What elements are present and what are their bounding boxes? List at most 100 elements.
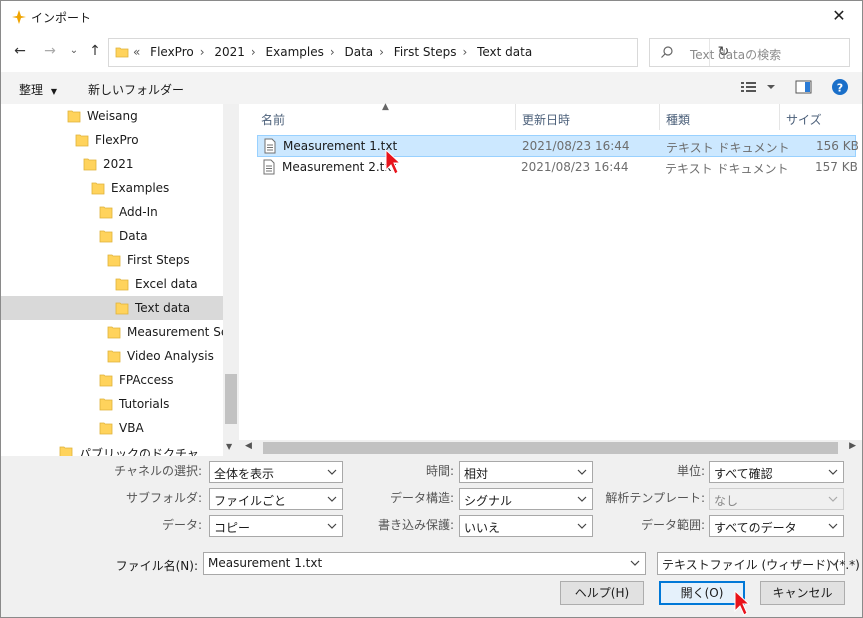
scroll-right-arrow-icon[interactable]: ▶ <box>849 441 856 451</box>
tree-item-2021[interactable]: 2021 <box>1 152 223 176</box>
column-type[interactable]: 種類 <box>666 111 690 128</box>
tree-item-add-in[interactable]: Add-In <box>1 200 223 224</box>
cancel-button[interactable]: キャンセル <box>760 581 845 605</box>
subfolder-label: サブフォルダ: <box>125 491 202 505</box>
file-name: Measurement 2.txt <box>282 160 397 174</box>
dropdown-value: すべてのデータ <box>714 521 797 535</box>
up-arrow-icon[interactable]: ↑ <box>84 40 106 62</box>
file-list-pane: ▲ 名前 更新日時 種類 サイズ Measurement 1.txt 2021/… <box>239 102 862 456</box>
new-folder-button[interactable]: 新しいフォルダー <box>88 81 184 98</box>
tree-item-vba[interactable]: VBA <box>1 416 223 440</box>
time-dropdown[interactable]: 相対 <box>459 461 593 483</box>
scrollbar-thumb[interactable] <box>225 374 237 424</box>
file-row[interactable]: Measurement 1.txt 2021/08/23 16:44 テキスト … <box>257 135 859 157</box>
search-box[interactable]: Text dataの検索 <box>649 38 850 67</box>
tree-item-flexpro[interactable]: FlexPro <box>1 128 223 152</box>
folder-icon <box>91 181 105 198</box>
tree-item-tutorials[interactable]: Tutorials <box>1 392 223 416</box>
dropdown-value: いいえ <box>464 521 501 535</box>
channel-select-label: チャネルの選択: <box>114 464 202 478</box>
folder-icon <box>99 205 113 222</box>
dropdown-value: ファイルごと <box>214 494 287 508</box>
flexpro-app-icon <box>11 9 27 28</box>
breadcrumb-examples[interactable]: Examples <box>266 45 324 59</box>
tree-item-label: Excel data <box>135 277 198 291</box>
column-divider[interactable] <box>515 104 516 130</box>
column-divider[interactable] <box>659 104 660 130</box>
folder-icon <box>115 277 129 294</box>
filename-value: Measurement 1.txt <box>208 556 323 570</box>
tree-item-label: Add-In <box>119 205 158 219</box>
recent-locations-chevron-icon[interactable]: ⌄ <box>63 40 85 62</box>
breadcrumb-flexpro[interactable]: FlexPro <box>150 45 194 59</box>
chevron-down-icon[interactable] <box>628 556 642 570</box>
chevron-down-icon <box>575 519 589 533</box>
parse-template-dropdown: なし <box>709 488 844 510</box>
file-type-dropdown[interactable]: テキストファイル (ウィザード) (*.*) <box>657 552 860 575</box>
breadcrumb-text-data[interactable]: Text data <box>477 45 532 59</box>
tree-item-fpaccess[interactable]: FPAccess <box>1 368 223 392</box>
column-date[interactable]: 更新日時 <box>522 111 570 128</box>
help-icon[interactable]: ? <box>831 78 849 99</box>
file-date: 2021/08/23 16:44 <box>522 139 630 153</box>
column-divider[interactable] <box>779 104 780 130</box>
tree-vertical-scrollbar[interactable]: ▼ <box>223 104 239 456</box>
breadcrumb-separator-icon: › <box>379 45 384 59</box>
address-bar[interactable]: « FlexPro › 2021 › Examples › Data › First S… <box>108 38 729 67</box>
tree-item-examples[interactable]: Examples <box>1 176 223 200</box>
chevron-down-icon <box>827 556 841 570</box>
breadcrumb-separator-icon: › <box>250 45 256 59</box>
chevron-down-icon <box>826 492 840 506</box>
breadcrumb: « FlexPro › 2021 › Examples › Data › First S… <box>133 45 538 59</box>
data-label: データ: <box>161 518 202 532</box>
dropdown-value: コピー <box>214 521 251 535</box>
column-header: ▲ 名前 更新日時 種類 サイズ <box>239 102 862 130</box>
import-dialog: インポート ✕ ← → ⌄ ↑ « FlexPro › 2021 › Example… <box>0 0 863 618</box>
tree-item-text-data[interactable]: Text data <box>1 296 223 320</box>
forward-arrow-icon[interactable]: → <box>39 40 61 62</box>
dropdown-value: 全体を表示 <box>214 467 275 481</box>
organize-menu[interactable]: 整理 ▼ <box>19 81 57 98</box>
file-size: 156 KB <box>816 139 859 153</box>
breadcrumb-overflow[interactable]: « <box>133 45 140 59</box>
chevron-down-icon <box>575 492 589 506</box>
scrollbar-thumb[interactable] <box>263 442 838 454</box>
write-protect-label: 書き込み保護: <box>377 518 454 532</box>
tree-item-public-documents[interactable]: パブリックのドクチャ <box>1 440 223 456</box>
write-protect-dropdown[interactable]: いいえ <box>459 515 593 537</box>
tree-item-excel-data[interactable]: Excel data <box>1 272 223 296</box>
scroll-left-arrow-icon[interactable]: ◀ <box>245 441 252 451</box>
filename-input[interactable]: Measurement 1.txt <box>203 552 646 575</box>
window-title: インポート <box>31 11 92 25</box>
unit-label: 単位: <box>676 464 705 478</box>
column-size[interactable]: サイズ <box>786 111 822 128</box>
tree-item-video-analysis[interactable]: Video Analysis <box>1 344 223 368</box>
tree-item-first-steps[interactable]: First Steps <box>1 248 223 272</box>
breadcrumb-2021[interactable]: 2021 <box>214 45 245 59</box>
unit-dropdown[interactable]: すべて確認 <box>709 461 844 483</box>
close-button[interactable]: ✕ <box>822 3 856 29</box>
data-structure-dropdown[interactable]: シグナル <box>459 488 593 510</box>
file-row[interactable]: Measurement 2.txt 2021/08/23 16:44 テキスト … <box>257 157 858 179</box>
back-arrow-icon[interactable]: ← <box>9 40 31 62</box>
chevron-down-icon <box>325 519 339 533</box>
data-range-dropdown[interactable]: すべてのデータ <box>709 515 844 537</box>
tree-item-measurement-series[interactable]: Measurement Seri <box>1 320 236 344</box>
column-name[interactable]: 名前 <box>261 111 285 128</box>
channel-select-dropdown[interactable]: 全体を表示 <box>209 461 343 483</box>
help-button[interactable]: ヘルプ(H) <box>560 581 644 605</box>
subfolder-dropdown[interactable]: ファイルごと <box>209 488 343 510</box>
tree-item-label: Weisang <box>87 109 138 123</box>
preview-pane-icon[interactable] <box>795 78 813 99</box>
file-list-horizontal-scrollbar[interactable]: ◀ ▶ <box>239 440 862 456</box>
tree-item-data[interactable]: Data <box>1 224 223 248</box>
svg-text:?: ? <box>837 82 843 95</box>
tree-item-weisang[interactable]: Weisang <box>1 104 223 128</box>
tree-item-label: Examples <box>111 181 170 195</box>
data-mode-dropdown[interactable]: コピー <box>209 515 343 537</box>
file-type: テキスト ドキュメント <box>666 141 790 155</box>
breadcrumb-data[interactable]: Data <box>345 45 374 59</box>
view-details-icon[interactable] <box>740 78 778 99</box>
breadcrumb-first-steps[interactable]: First Steps <box>394 45 457 59</box>
scroll-down-arrow-icon[interactable]: ▼ <box>226 442 232 451</box>
